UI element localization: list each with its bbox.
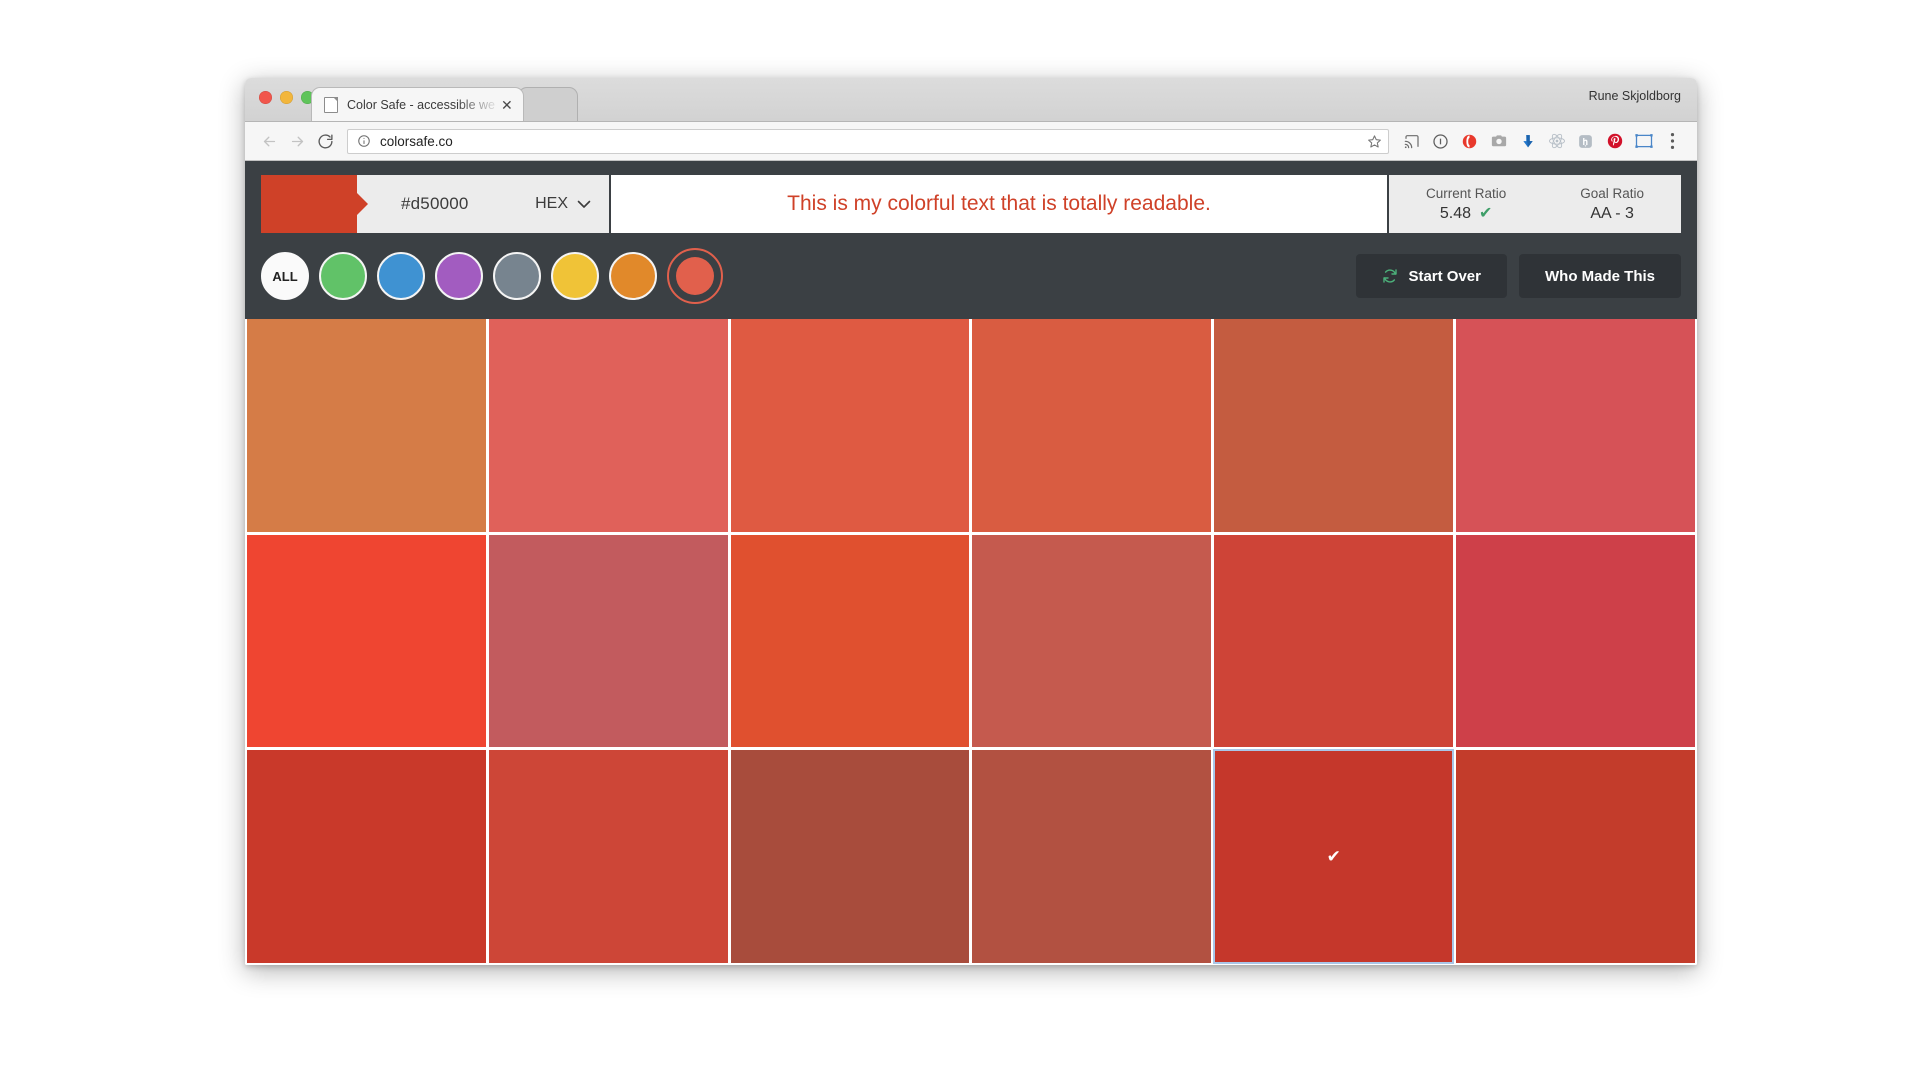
filters-row: ALL Start Over Who Made This: [261, 233, 1681, 319]
current-color-preview[interactable]: [261, 175, 357, 233]
page-viewport: #d50000 HEX This is my colorful text tha…: [245, 161, 1697, 965]
opera-red-icon[interactable]: [1455, 127, 1484, 155]
info-circle-icon[interactable]: [1426, 127, 1455, 155]
swatch-cell[interactable]: [730, 750, 970, 963]
extension-icons: [1397, 127, 1687, 155]
color-filter-red-fill: [676, 257, 714, 295]
tabstrip: Color Safe - accessible web co ✕: [311, 87, 578, 121]
color-filter-blue[interactable]: [377, 252, 425, 300]
forward-arrow-icon[interactable]: [283, 127, 311, 155]
browser-titlebar: Color Safe - accessible web co ✕ Rune Sk…: [245, 78, 1697, 122]
swatch-cell[interactable]: [1214, 534, 1454, 748]
current-ratio-label: Current Ratio: [1425, 185, 1507, 201]
url-text: colorsafe.co: [380, 133, 453, 149]
color-filter-all-label: ALL: [272, 268, 298, 284]
swatch-cell[interactable]: [972, 534, 1212, 748]
color-swatch-grid: ✔: [245, 319, 1697, 965]
swatch-cell[interactable]: [972, 750, 1212, 963]
current-ratio-value-row: 5.48 ✔: [1426, 205, 1506, 223]
swatch-cell[interactable]: [247, 750, 486, 963]
swatch-cell[interactable]: [730, 319, 970, 532]
swatch-cell[interactable]: [1214, 319, 1454, 532]
window-controls: [259, 91, 314, 104]
swatch-cell[interactable]: [1456, 750, 1695, 963]
ratio-panel: Current Ratio 5.48 ✔ Goal Ratio AA - 3: [1389, 175, 1681, 233]
current-ratio-value: 5.48: [1439, 204, 1471, 222]
hypothesis-icon[interactable]: [1571, 127, 1600, 155]
refresh-icon: [1383, 269, 1398, 283]
goal-ratio-block[interactable]: Goal Ratio AA - 3: [1580, 186, 1644, 223]
start-over-label: Start Over: [1408, 267, 1481, 285]
download-arrow-icon[interactable]: [1513, 127, 1542, 155]
chevron-down-icon: [577, 200, 591, 208]
color-filter-gray[interactable]: [493, 252, 541, 300]
swatch-cell[interactable]: ✔: [1213, 749, 1455, 964]
browser-window: Color Safe - accessible web co ✕ Rune Sk…: [245, 78, 1697, 965]
color-strip: #d50000 HEX This is my colorful text tha…: [261, 175, 1681, 233]
hex-value[interactable]: #d50000: [401, 194, 469, 214]
chrome-menu-icon[interactable]: [1658, 127, 1687, 155]
color-filter-purple[interactable]: [435, 252, 483, 300]
swatch-cell[interactable]: [488, 534, 728, 748]
close-tab-icon[interactable]: ✕: [501, 98, 513, 112]
color-filter-yellow[interactable]: [551, 252, 599, 300]
browser-tab-active[interactable]: Color Safe - accessible web co ✕: [311, 87, 524, 121]
swatch-cell[interactable]: [730, 534, 970, 748]
color-filter-all[interactable]: ALL: [261, 252, 309, 300]
address-bar[interactable]: colorsafe.co: [347, 128, 1389, 154]
color-format-value: HEX: [535, 195, 568, 212]
camera-icon[interactable]: [1484, 127, 1513, 155]
swatch-cell[interactable]: [488, 319, 728, 532]
color-filter-orange[interactable]: [609, 252, 657, 300]
current-ratio-block: Current Ratio 5.48 ✔: [1426, 186, 1506, 223]
frame-capture-icon[interactable]: [1629, 127, 1658, 155]
start-over-button[interactable]: Start Over: [1356, 254, 1507, 298]
browser-toolbar: colorsafe.co: [245, 122, 1697, 161]
minimize-window-button[interactable]: [280, 91, 293, 104]
swatch-cell[interactable]: [247, 534, 486, 748]
header-buttons: Start Over Who Made This: [1356, 254, 1681, 298]
swatch-cell[interactable]: [972, 319, 1212, 532]
swatch-cell[interactable]: [247, 319, 486, 532]
selected-check-icon: ✔: [1326, 847, 1341, 867]
pinterest-icon[interactable]: [1600, 127, 1629, 155]
close-window-button[interactable]: [259, 91, 272, 104]
color-format-select[interactable]: HEX: [535, 195, 591, 213]
page-favicon-icon: [324, 96, 338, 113]
color-filter-green[interactable]: [319, 252, 367, 300]
site-info-icon[interactable]: [357, 134, 371, 148]
goal-ratio-value: AA - 3: [1590, 204, 1634, 222]
bookmark-star-icon[interactable]: [1367, 134, 1382, 149]
hex-panel: #d50000 HEX: [357, 175, 609, 233]
tab-title: Color Safe - accessible web co: [347, 97, 495, 112]
swatch-cell[interactable]: [1456, 319, 1695, 532]
pass-check-icon: ✔: [1478, 204, 1493, 222]
color-filter-red[interactable]: [667, 248, 723, 304]
profile-name[interactable]: Rune Skjoldborg: [1589, 89, 1681, 103]
back-arrow-icon[interactable]: [255, 127, 283, 155]
app-header: #d50000 HEX This is my colorful text tha…: [245, 161, 1697, 319]
who-made-this-button[interactable]: Who Made This: [1519, 254, 1681, 298]
who-made-this-label: Who Made This: [1545, 267, 1655, 285]
color-filter-circles: ALL: [261, 248, 723, 304]
swatch-cell[interactable]: [488, 750, 728, 963]
react-atom-icon[interactable]: [1542, 127, 1571, 155]
browser-tab-inactive[interactable]: [517, 87, 578, 121]
goal-ratio-label: Goal Ratio: [1580, 185, 1645, 201]
sample-text: This is my colorful text that is totally…: [787, 192, 1211, 215]
reload-icon[interactable]: [311, 127, 339, 155]
sample-text-panel[interactable]: This is my colorful text that is totally…: [611, 175, 1387, 233]
swatch-cell[interactable]: [1456, 534, 1695, 748]
cast-icon[interactable]: [1397, 127, 1426, 155]
